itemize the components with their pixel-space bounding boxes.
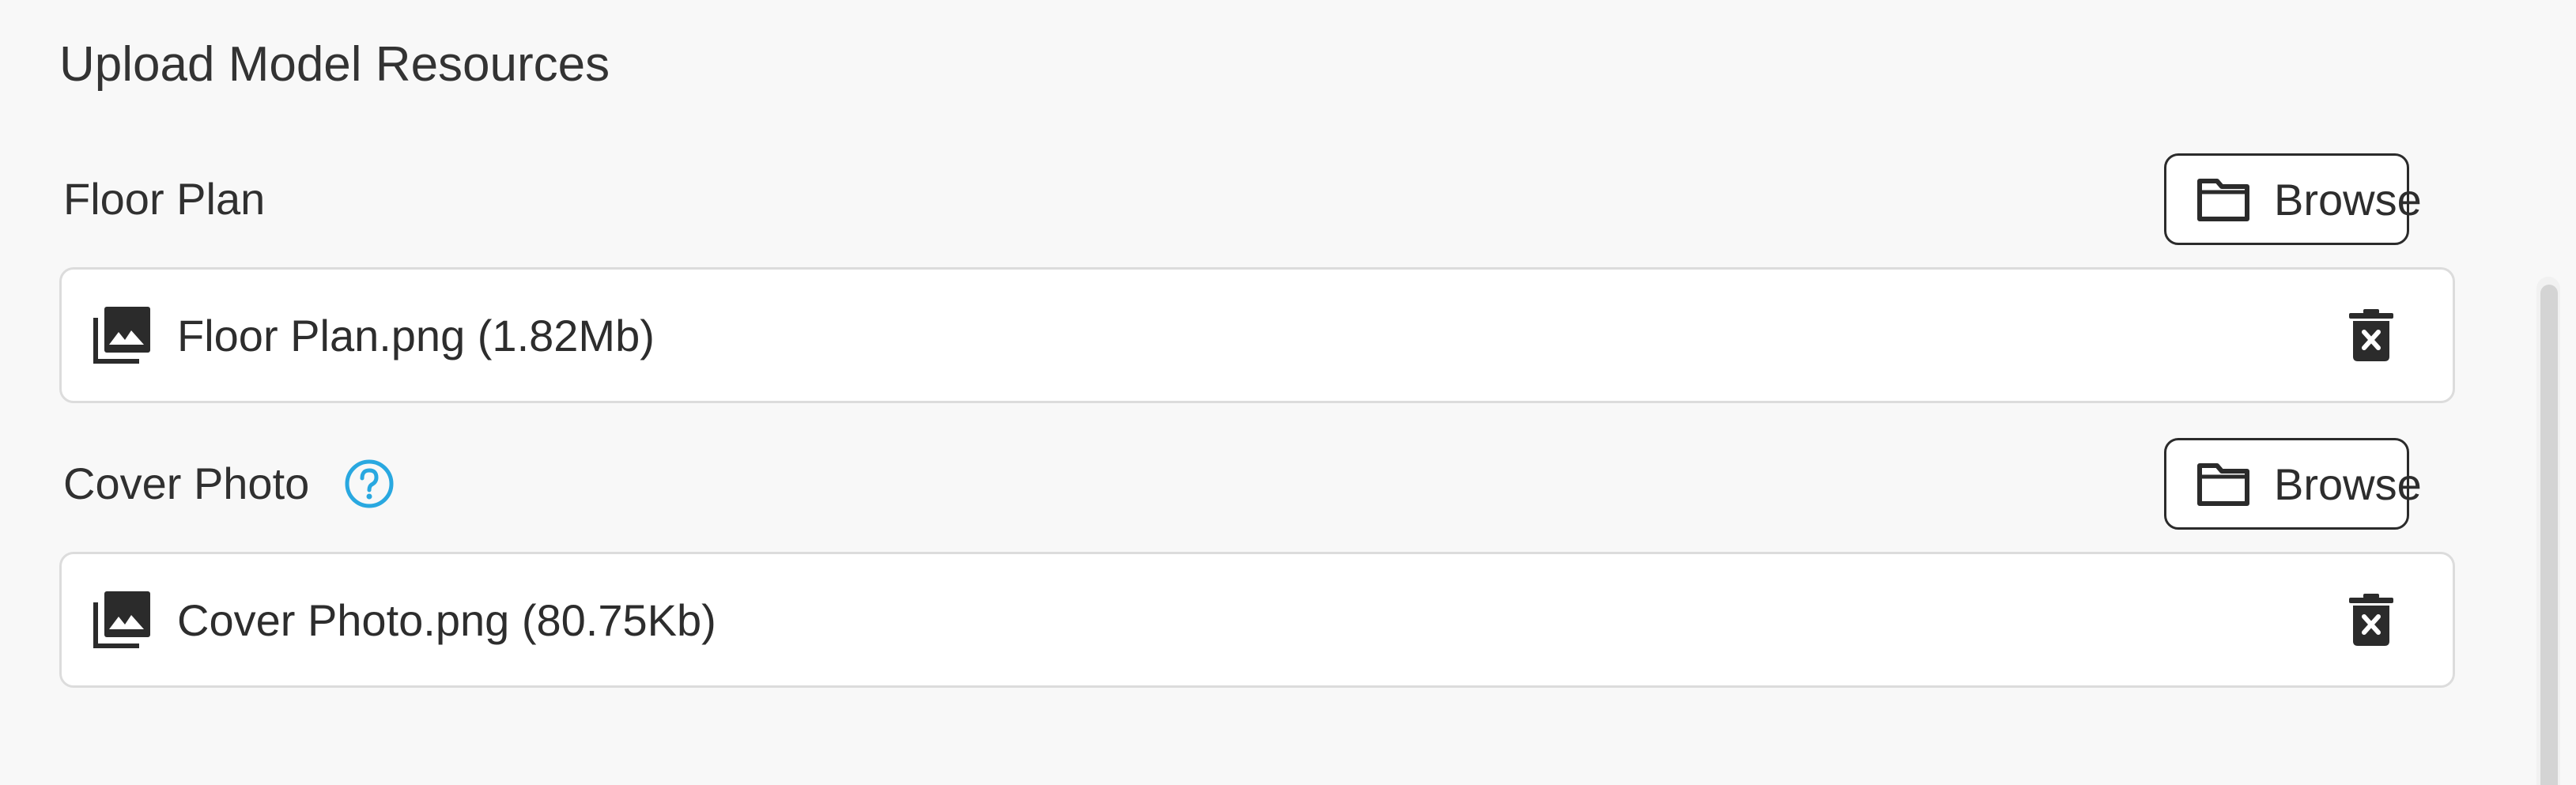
image-library-icon	[93, 307, 150, 364]
delete-file-icon[interactable]	[2349, 594, 2393, 646]
browse-label: Browse	[2274, 459, 2422, 509]
floor-plan-label-text: Floor Plan	[63, 174, 266, 224]
cover-photo-file-row: Cover Photo.png (80.75Kb)	[59, 552, 2455, 688]
cover-photo-browse-button[interactable]: Browse	[2164, 438, 2422, 530]
scrollbar-thumb[interactable]	[2540, 285, 2558, 785]
image-library-icon	[93, 591, 150, 648]
floor-plan-label: Floor Plan	[63, 168, 265, 231]
folder-icon	[2197, 179, 2249, 221]
delete-file-icon[interactable]	[2349, 309, 2393, 361]
floor-plan-browse-button[interactable]: Browse	[2164, 153, 2422, 245]
floor-plan-file-row: Floor Plan.png (1.82Mb)	[59, 267, 2455, 403]
browse-label: Browse	[2274, 174, 2422, 225]
cover-photo-file-name: Cover Photo.png (80.75Kb)	[177, 594, 716, 645]
floor-plan-file-name: Floor Plan.png (1.82Mb)	[177, 310, 655, 360]
cover-photo-label: Cover Photo	[63, 452, 395, 515]
cover-photo-label-text: Cover Photo	[63, 459, 310, 508]
page-title: Upload Model Resources	[59, 37, 610, 92]
help-circle-icon[interactable]	[344, 459, 395, 509]
folder-icon	[2197, 463, 2249, 506]
